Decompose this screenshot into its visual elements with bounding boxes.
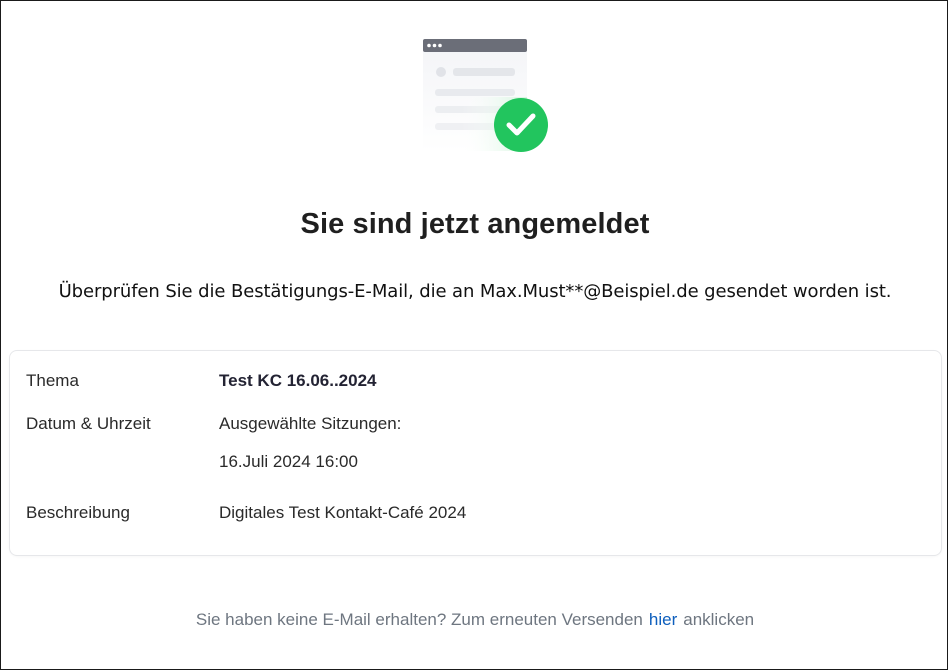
session-date: 16.Juli 2024 16:00 [219, 452, 358, 471]
confirmation-message: Überprüfen Sie die Bestätigungs-E-Mail, … [58, 281, 892, 302]
resend-link[interactable]: hier [649, 610, 677, 629]
resend-text-after: anklicken [683, 610, 755, 629]
topic-value: Test KC 16.06..2024 [219, 371, 377, 390]
sessions-label: Ausgewählte Sitzungen: [219, 414, 402, 433]
resend-email-hint: Sie haben keine E-Mail erhalten? Zum ern… [1, 610, 949, 630]
datetime-label: Datum & Uhrzeit [26, 414, 151, 433]
topic-label: Thema [26, 371, 79, 390]
event-details-card: Thema Test KC 16.06..2024 Datum & Uhrzei… [9, 350, 942, 556]
description-value: Digitales Test Kontakt-Café 2024 [219, 503, 467, 522]
description-label: Beschreibung [26, 503, 130, 522]
email-confirmed-illustration [423, 39, 548, 152]
resend-text-before: Sie haben keine E-Mail erhalten? Zum ern… [195, 610, 643, 629]
registration-confirmation-panel: Sie sind jetzt angemeldet Überprüfen Sie… [0, 0, 948, 670]
page-title: Sie sind jetzt angemeldet [300, 208, 650, 240]
